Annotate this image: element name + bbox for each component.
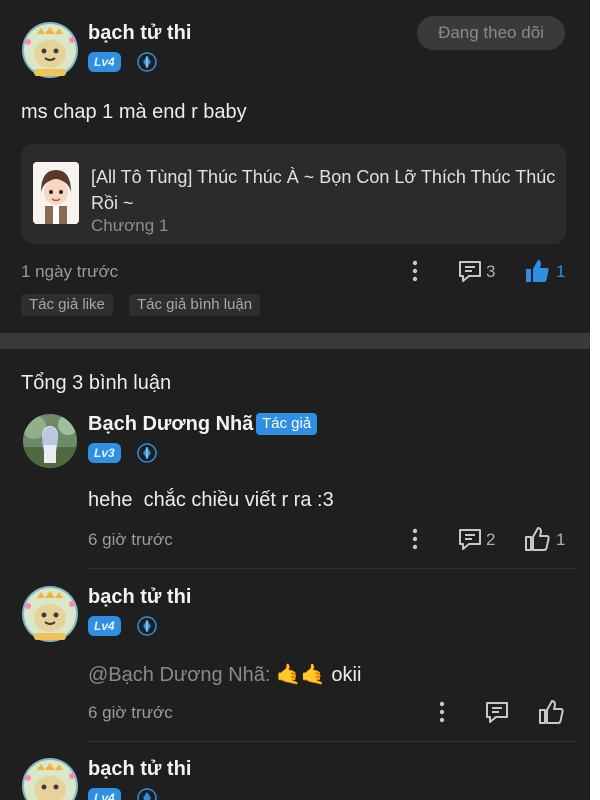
post-username[interactable]: bạch tử thi [88,22,191,45]
reply-timestamp: 6 giờ trước [88,703,173,722]
more-vertical-icon[interactable] [432,700,452,724]
author-tag: Tác giả [256,413,318,435]
diamond-gem-icon [137,788,157,800]
avatar[interactable] [20,584,80,644]
emoji: 🤙🤙 [276,664,326,686]
reply-username[interactable]: bạch tử thi [88,586,191,609]
comment-thread: bạch tử thi Lv4 Đang theo dõi ms chap 1 … [0,0,590,800]
section-divider [0,333,590,349]
more-vertical-icon[interactable] [405,259,425,283]
reply-comment-icon[interactable] [484,700,510,724]
level-badge: Lv4 [88,788,121,800]
post-text: ms chap 1 mà end r baby [21,101,247,123]
story-chapter: Chương 1 [91,216,169,235]
diamond-gem-icon [137,616,157,636]
thumbs-up-icon[interactable] [524,526,550,552]
more-vertical-icon[interactable] [405,527,425,551]
diamond-gem-icon [137,52,157,72]
reply-divider [88,568,576,569]
story-card[interactable]: [All Tô Tùng] Thúc Thúc À ~ Bọn Con Lỡ T… [21,144,566,244]
tag-author-commented: Tác giả bình luận [129,294,261,316]
thumbs-up-icon[interactable] [524,258,550,284]
reply-divider [88,741,576,742]
following-button[interactable]: Đang theo dõi [417,16,565,50]
like-count: 1 [556,262,566,281]
reply-timestamp: 6 giờ trước [88,530,173,549]
reply-count: 2 [486,530,496,549]
total-comments-label: Tổng 3 bình luận [21,372,172,394]
avatar[interactable] [20,411,80,471]
avatar[interactable] [20,20,80,80]
reply-username[interactable]: Bạch Dương Nhã [88,413,253,436]
scrollbar[interactable] [590,0,600,800]
avatar[interactable] [20,756,80,800]
like-count: 1 [556,530,566,549]
reply-username[interactable]: bạch tử thi [88,758,191,781]
diamond-gem-icon [137,443,157,463]
tag-author-liked: Tác giả like [21,294,113,316]
thumbs-up-icon[interactable] [538,699,564,725]
post-timestamp: 1 ngày trước [21,262,119,281]
level-badge: Lv3 [88,443,121,463]
mention-link[interactable]: @Bạch Dương Nhã: [88,664,270,686]
reply-count: 3 [486,262,496,281]
level-badge: Lv4 [88,52,121,72]
reply-text: @Bạch Dương Nhã: 🤙🤙 okii [88,662,361,687]
reply-comment-icon[interactable] [457,259,483,283]
reply-body: okii [331,664,362,686]
reply-text: hehe chắc chiều viết r ra :3 [88,489,334,511]
story-cover-image [33,162,79,224]
level-badge: Lv4 [88,616,121,636]
reply-comment-icon[interactable] [457,527,483,551]
story-title: [All Tô Tùng] Thúc Thúc À ~ Bọn Con Lỡ T… [91,167,556,213]
